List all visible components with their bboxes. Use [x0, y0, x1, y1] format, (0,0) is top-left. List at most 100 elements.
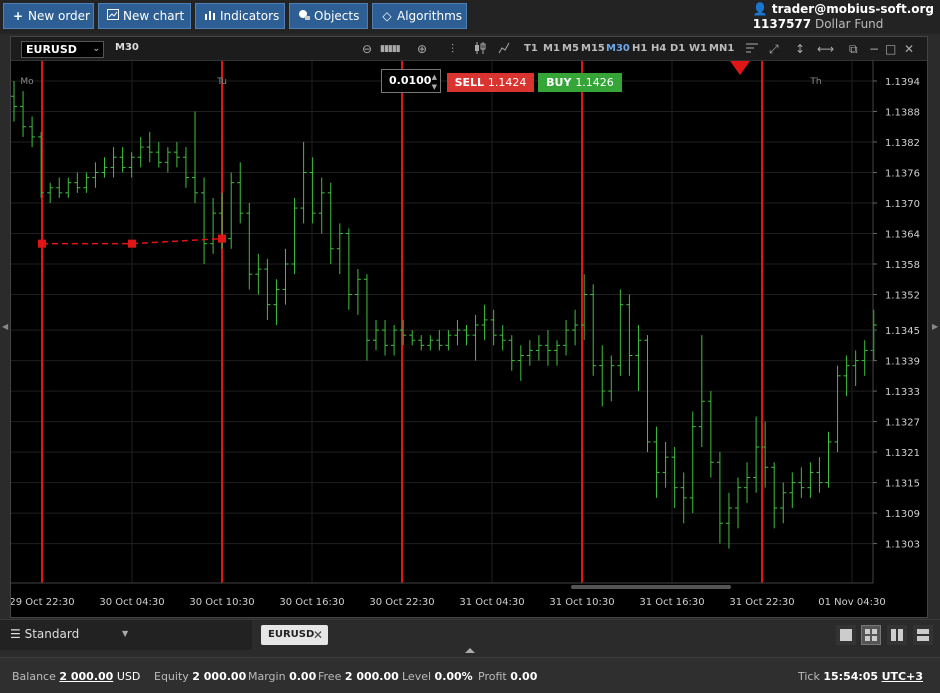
layout-grid-icon[interactable]	[861, 625, 881, 645]
scale-vertical-icon[interactable]: ↕	[795, 41, 805, 57]
zoom-slider[interactable]: ▮▮▮▮▮	[380, 41, 401, 57]
price-chart[interactable]: 1.1394 1.1388 1.1382 1.1376 1.1370 1.1364 1.13…	[11, 61, 927, 617]
popout-icon[interactable]: ⧉	[849, 41, 858, 57]
layout-columns-icon[interactable]	[887, 625, 907, 645]
close-icon[interactable]: ✕	[904, 41, 914, 57]
balance-value[interactable]: 2 000.00	[59, 670, 113, 683]
equity-status: Equity 2 000.00	[154, 670, 247, 683]
x-tick-label: 30 Oct 16:30	[279, 597, 344, 608]
ohlc-bar	[716, 452, 723, 544]
ohlc-bar	[535, 335, 542, 361]
ohlc-bar	[373, 319, 379, 351]
sell-button[interactable]: SELL 1.1424	[447, 73, 534, 92]
order-quantity-value: 0.0100	[389, 74, 432, 87]
x-tick-label: 31 Oct 16:30	[639, 597, 704, 608]
chevron-down-icon: ▼	[122, 629, 129, 638]
ohlc-bar	[363, 274, 370, 361]
zoom-in-icon[interactable]: ⊕	[417, 41, 427, 57]
layout-rows-icon[interactable]	[913, 625, 933, 645]
current-timeframe: M30	[115, 42, 139, 53]
y-tick-label: 1.1333	[885, 387, 920, 398]
ohlc-bar	[110, 147, 117, 178]
bar-chart-icon[interactable]: ⫶	[451, 41, 454, 57]
chart-tab-eurusd[interactable]: EURUSD ✕	[261, 625, 328, 645]
expand-diagonal-icon[interactable]: ⤢	[769, 41, 779, 57]
ohlc-bar	[11, 81, 17, 122]
ohlc-bar	[182, 147, 189, 188]
symbol-value: EURUSD	[26, 43, 77, 56]
y-tick-label: 1.1303	[885, 540, 920, 551]
ohlc-bar	[834, 365, 841, 453]
ohlc-bar	[508, 335, 515, 371]
ohlc-bar	[517, 345, 524, 381]
expand-panel-icon[interactable]	[465, 648, 475, 653]
minimize-icon[interactable]: −	[869, 41, 879, 57]
ohlc-bar	[753, 416, 760, 493]
ohlc-bar	[599, 345, 606, 407]
trade-levels-icon[interactable]	[745, 41, 759, 59]
y-tick-label: 1.1321	[885, 448, 920, 459]
tf-d1[interactable]: D1	[670, 43, 685, 54]
tf-w1[interactable]: W1	[689, 43, 707, 54]
ohlc-bar	[56, 177, 63, 198]
equity-value: 2 000.00	[192, 670, 247, 683]
tf-h1[interactable]: H1	[632, 43, 647, 54]
buy-button[interactable]: BUY 1.1426	[538, 73, 622, 92]
ohlc-bar	[418, 335, 425, 351]
ohlc-bar	[327, 182, 334, 264]
ohlc-bar	[707, 391, 714, 478]
tf-m5[interactable]: M5	[562, 43, 579, 54]
account-info[interactable]: 👤 trader@mobius-soft.org 1137577 Dollar …	[753, 2, 934, 31]
timezone-select[interactable]: UTC+3	[882, 670, 923, 683]
layout-select[interactable]: ☰ Standard ▼	[0, 620, 252, 650]
price-axis: 1.1394 1.1388 1.1382 1.1376 1.1370 1.1364 1.13…	[872, 61, 920, 583]
y-tick-label: 1.1376	[885, 169, 920, 180]
spinner-icon[interactable]: ▲ ▼	[432, 70, 437, 92]
layout-single-icon[interactable]	[836, 625, 856, 645]
tf-t1[interactable]: T1	[524, 43, 538, 54]
ohlc-bar	[391, 325, 398, 356]
new-chart-label: New chart	[123, 9, 185, 23]
close-tab-icon[interactable]: ✕	[313, 625, 323, 645]
candle-chart-icon[interactable]	[474, 41, 486, 59]
objects-button[interactable]: Objects	[289, 3, 368, 29]
balance-status: Balance 2 000.00 USD	[12, 670, 141, 683]
line-chart-icon[interactable]	[498, 41, 510, 59]
ohlc-bar	[128, 152, 135, 178]
tf-h4[interactable]: H4	[651, 43, 666, 54]
sell-label: SELL	[454, 76, 485, 89]
trendline-handle	[38, 239, 46, 248]
ohlc-bar	[101, 157, 108, 178]
ohlc-bar	[852, 350, 859, 386]
y-tick-label: 1.1382	[885, 138, 920, 149]
free-status: Free 2 000.00	[318, 670, 399, 683]
tf-mn1[interactable]: MN1	[709, 43, 734, 54]
account-fund: Dollar Fund	[814, 17, 884, 31]
ohlc-bar	[780, 482, 787, 524]
ohlc-bar	[843, 355, 850, 397]
ohlc-bar	[807, 462, 814, 498]
day-label: Tu	[216, 77, 227, 87]
tf-m1[interactable]: M1	[543, 43, 560, 54]
scale-horizontal-icon[interactable]: ⟷	[817, 41, 834, 57]
tf-m15[interactable]: M15	[581, 43, 605, 54]
zoom-out-icon[interactable]: ⊖	[362, 41, 372, 57]
ohlc-bar	[653, 426, 660, 498]
tf-m30[interactable]: M30	[606, 43, 630, 54]
algorithms-button[interactable]: ◇ Algorithms	[372, 3, 467, 29]
ohlc-bar	[300, 142, 307, 224]
ohlc-bar	[201, 177, 208, 264]
y-tick-label: 1.1345	[885, 326, 920, 337]
ohlc-bar	[155, 142, 162, 168]
new-order-button[interactable]: + New order	[3, 3, 94, 29]
new-chart-button[interactable]: New chart	[98, 3, 191, 29]
symbol-select[interactable]: EURUSD ⌄	[21, 41, 104, 58]
collapse-right-icon[interactable]: ▶	[932, 322, 938, 331]
indicators-button[interactable]: Indicators	[195, 3, 285, 29]
y-tick-label: 1.1352	[885, 291, 920, 302]
maximize-icon[interactable]: □	[885, 41, 896, 57]
day-label: Mo	[20, 77, 34, 87]
order-quantity-input[interactable]: 0.0100 ▲ ▼	[381, 69, 441, 93]
collapse-left-icon[interactable]: ◀	[2, 322, 8, 331]
layout-bar: ☰ Standard ▼ EURUSD ✕	[0, 619, 940, 650]
